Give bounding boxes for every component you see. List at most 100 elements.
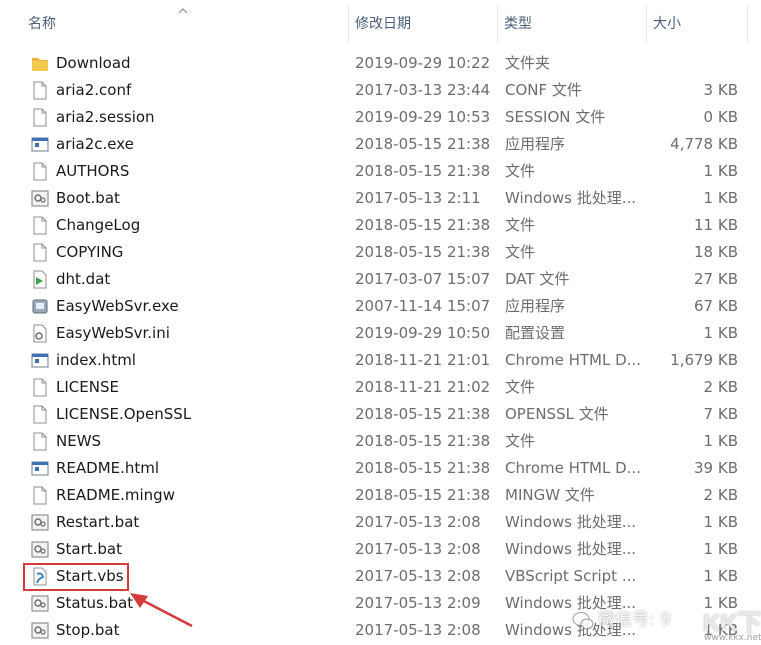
folder-icon	[31, 54, 49, 73]
file-name: aria2c.exe	[56, 135, 134, 153]
column-header-bar: 名称 修改日期 类型 大小	[0, 0, 761, 48]
file-icon	[31, 405, 49, 424]
file-icon	[31, 162, 49, 181]
file-size: 1 KB	[703, 513, 738, 531]
file-size: 1 KB	[703, 189, 738, 207]
html-icon	[31, 351, 49, 370]
file-type: SESSION 文件	[505, 108, 606, 126]
file-row[interactable]: Start.bat 2017-05-13 2:08 Windows 批处理... 1 …	[0, 536, 761, 563]
file-date: 2018-05-15 21:38	[355, 486, 491, 504]
file-icon	[31, 108, 49, 127]
file-type: OPENSSL 文件	[505, 405, 609, 423]
file-type: 应用程序	[505, 297, 566, 315]
file-type: VBScript Script ...	[505, 567, 637, 585]
file-name: EasyWebSvr.exe	[56, 297, 179, 315]
file-size: 1 KB	[703, 594, 738, 612]
file-name: README.html	[56, 459, 160, 477]
file-date: 2017-05-13 2:08	[355, 621, 481, 639]
file-row[interactable]: aria2.session 2019-09-29 10:53 SESSION 文件 0…	[0, 104, 761, 131]
red-arrow-annotation	[130, 593, 193, 628]
file-name: ChangeLog	[56, 216, 141, 234]
file-row[interactable]: COPYING 2018-05-15 21:38 文件 18 KB	[0, 239, 761, 266]
file-size	[640, 50, 738, 77]
file-row[interactable]: aria2.conf 2017-03-13 23:44 CONF 文件 3 KB	[0, 77, 761, 104]
file-name: Restart.bat	[56, 513, 140, 531]
file-type: MINGW 文件	[505, 486, 595, 504]
file-row[interactable]: README.mingw 2018-05-15 21:38 MINGW 文件 2 KB	[0, 482, 761, 509]
html-icon	[31, 459, 49, 478]
file-date: 2019-09-29 10:50	[355, 324, 491, 342]
app-icon	[31, 297, 49, 316]
column-header-type[interactable]: 类型	[498, 0, 646, 48]
file-type: DAT 文件	[505, 270, 570, 288]
file-date: 2018-05-15 21:38	[355, 405, 491, 423]
file-date: 2007-11-14 15:07	[355, 297, 491, 315]
file-row[interactable]: NEWS 2018-05-15 21:38 文件 1 KB	[0, 428, 761, 455]
file-type: 文件	[505, 243, 536, 261]
file-size: 27 KB	[694, 270, 738, 288]
file-size: 18 KB	[694, 243, 738, 261]
file-date: 2018-05-15 21:38	[355, 459, 491, 477]
file-type: 应用程序	[505, 135, 566, 153]
file-name: AUTHORS	[56, 162, 130, 180]
file-size: 2 KB	[703, 486, 738, 504]
file-name: EasyWebSvr.ini	[56, 324, 170, 342]
file-name: aria2.conf	[56, 81, 132, 99]
file-type: 配置设置	[505, 324, 566, 342]
file-date: 2018-05-15 21:38	[355, 243, 491, 261]
file-date: 2018-05-15 21:38	[355, 432, 491, 450]
file-date: 2017-05-13 2:08	[355, 540, 481, 558]
file-size: 67 KB	[694, 297, 738, 315]
file-size: 11 KB	[694, 216, 738, 234]
file-size: 1 KB	[703, 567, 738, 585]
file-type: 文件	[505, 216, 536, 234]
file-row[interactable]: LICENSE 2018-11-21 21:02 文件 2 KB	[0, 374, 761, 401]
file-size: 0 KB	[703, 108, 738, 126]
file-date: 2017-05-13 2:09	[355, 594, 481, 612]
file-name: Download	[56, 54, 131, 72]
file-date: 2017-03-07 15:07	[355, 270, 491, 288]
file-type: Windows 批处理...	[505, 594, 637, 612]
file-size: 1 KB	[703, 621, 738, 639]
bat-icon	[31, 621, 49, 640]
file-row[interactable]: LICENSE.OpenSSL 2018-05-15 21:38 OPENSSL 文…	[0, 401, 761, 428]
column-header-date[interactable]: 修改日期	[349, 0, 497, 48]
column-header-size[interactable]: 大小	[647, 0, 747, 48]
bat-icon	[31, 540, 49, 559]
file-row[interactable]: EasyWebSvr.ini 2019-09-29 10:50 配置设置 1 KB	[0, 320, 761, 347]
file-type: 文件	[505, 378, 536, 396]
file-icon	[31, 486, 49, 505]
file-date: 2018-05-15 21:38	[355, 135, 491, 153]
dat-icon	[31, 270, 49, 289]
column-divider[interactable]	[747, 6, 748, 42]
file-size: 4,778 KB	[670, 135, 738, 153]
file-row[interactable]: AUTHORS 2018-05-15 21:38 文件 1 KB	[0, 158, 761, 185]
file-row[interactable]: README.html 2018-05-15 21:38 Chrome HTML D…	[0, 455, 761, 482]
file-icon	[31, 243, 49, 262]
file-row[interactable]: Boot.bat 2017-05-13 2:11 Windows 批处理... 1 K…	[0, 185, 761, 212]
file-row[interactable]: index.html 2018-11-21 21:01 Chrome HTML D.…	[0, 347, 761, 374]
file-date: 2017-05-13 2:11	[355, 189, 481, 207]
file-name: README.mingw	[56, 486, 175, 504]
file-row[interactable]: aria2c.exe 2018-05-15 21:38 应用程序 4,778 KB	[0, 131, 761, 158]
file-row[interactable]: Download 2019-09-29 10:22 文件夹	[0, 50, 761, 77]
file-row[interactable]: EasyWebSvr.exe 2007-11-14 15:07 应用程序 67 KB	[0, 293, 761, 320]
file-name: LICENSE.OpenSSL	[56, 405, 192, 423]
column-header-name[interactable]: 名称	[22, 0, 348, 48]
file-name: Start.bat	[56, 540, 123, 558]
file-name: dht.dat	[56, 270, 111, 288]
file-type: Windows 批处理...	[505, 189, 637, 207]
file-date: 2018-11-21 21:01	[355, 351, 491, 369]
file-row[interactable]: Restart.bat 2017-05-13 2:08 Windows 批处理...…	[0, 509, 761, 536]
file-row[interactable]: ChangeLog 2018-05-15 21:38 文件 11 KB	[0, 212, 761, 239]
file-type: Chrome HTML D...	[505, 351, 641, 369]
file-name: Boot.bat	[56, 189, 120, 207]
file-row[interactable]: dht.dat 2017-03-07 15:07 DAT 文件 27 KB	[0, 266, 761, 293]
file-name: NEWS	[56, 432, 102, 450]
file-date: 2018-05-15 21:38	[355, 216, 491, 234]
file-date: 2017-05-13 2:08	[355, 567, 481, 585]
bat-icon	[31, 594, 49, 613]
file-date: 2019-09-29 10:53	[355, 108, 491, 126]
file-size: 1 KB	[703, 540, 738, 558]
file-size: 2 KB	[703, 378, 738, 396]
